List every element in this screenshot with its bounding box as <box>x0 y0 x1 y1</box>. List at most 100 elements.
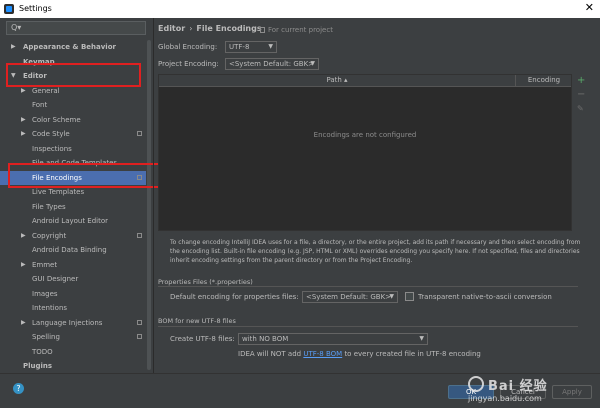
bom-note-text-end: to every created file in UTF-8 encoding <box>344 350 481 358</box>
sidebar-item-label: Spelling <box>32 333 60 341</box>
settings-search-input[interactable]: Q▾ <box>6 21 146 35</box>
sidebar-item-label: File Types <box>32 202 66 211</box>
global-encoding-value: UTF-8 <box>229 43 250 51</box>
properties-section-title: Properties Files (*.properties) <box>158 278 253 286</box>
sidebar-item[interactable]: File Types <box>0 200 146 214</box>
breadcrumb-parent: Editor <box>158 24 186 33</box>
sidebar-item[interactable]: Font <box>0 98 146 112</box>
sidebar-item[interactable]: ▶ Code Style <box>0 127 146 141</box>
native-to-ascii-label: Transparent native-to-ascii conversion <box>418 293 552 301</box>
chevron-down-icon: ▼ <box>310 60 315 67</box>
create-utf8-value: with NO BOM <box>242 335 289 343</box>
settings-tree: ▶ Appearance & Behavior Keymap ▼ Editor ▶ Gene… <box>0 38 152 373</box>
sidebar-item-label: Language Injections <box>32 318 103 327</box>
sidebar-item[interactable]: Spelling <box>0 330 146 344</box>
bom-divider <box>158 326 578 327</box>
utf8-bom-link[interactable]: UTF-8 BOM <box>303 350 342 358</box>
sidebar-item[interactable]: Intentions <box>0 301 146 315</box>
chevron-right-icon[interactable]: ▶ <box>21 258 26 272</box>
global-encoding-select[interactable]: UTF-8 ▼ <box>225 41 277 53</box>
sidebar-item[interactable]: GUI Designer <box>0 272 146 286</box>
bom-section-title: BOM for new UTF-8 files <box>158 317 236 325</box>
breadcrumb-separator: › <box>189 24 193 33</box>
column-header-encoding[interactable]: Encoding <box>515 75 572 86</box>
sidebar-item[interactable]: ▶ Appearance & Behavior <box>0 40 146 54</box>
sidebar-item[interactable]: Android Layout Editor <box>0 214 146 228</box>
sidebar-item[interactable]: ▶ Language Injections <box>0 316 146 330</box>
chevron-down-icon: ▼ <box>419 335 424 342</box>
search-icon: Q▾ <box>11 23 22 32</box>
sidebar-item[interactable]: ▶ Copyright <box>0 229 146 243</box>
chevron-right-icon[interactable]: ▶ <box>21 316 26 330</box>
scope-note: For current project <box>260 26 333 34</box>
sidebar-item-label: Appearance & Behavior <box>23 43 116 51</box>
bom-note-text: IDEA will NOT add <box>238 350 302 358</box>
global-encoding-label: Global Encoding: <box>158 43 218 51</box>
remove-icon[interactable]: − <box>577 90 585 100</box>
chevron-right-icon[interactable]: ▶ <box>21 229 26 243</box>
sidebar-item-label: TODO <box>32 347 53 356</box>
panel-divider <box>153 18 154 373</box>
sidebar-item-label: Images <box>32 289 58 298</box>
edit-icon[interactable]: ✎ <box>577 104 584 114</box>
properties-divider <box>158 286 578 287</box>
scope-note-text: For current project <box>268 26 333 34</box>
sidebar-item[interactable]: Inspections <box>0 142 146 156</box>
sidebar-item[interactable]: Plugins <box>0 359 146 373</box>
app-icon <box>4 4 14 14</box>
sidebar-item-label: Color Scheme <box>32 115 81 124</box>
breadcrumb: Editor › File Encodings <box>158 24 262 33</box>
native-to-ascii-checkbox[interactable] <box>405 292 414 301</box>
properties-encoding-value: <System Default: GBK> <box>306 293 392 301</box>
project-encoding-select[interactable]: <System Default: GBK> ▼ <box>225 58 319 70</box>
bom-note: IDEA will NOT add UTF-8 BOM to every cre… <box>238 350 481 358</box>
project-scope-icon <box>137 131 142 136</box>
sidebar-item-label: Code Style <box>32 130 70 138</box>
highlight-file-encodings-annotation <box>8 163 181 188</box>
sidebar-item[interactable]: TODO <box>0 345 146 359</box>
chevron-down-icon: ▼ <box>268 43 273 50</box>
project-encoding-value: <System Default: GBK> <box>229 60 315 68</box>
sidebar-item-label: Font <box>32 101 48 109</box>
sidebar-item[interactable]: Images <box>0 287 146 301</box>
properties-encoding-select[interactable]: <System Default: GBK> ▼ <box>302 291 398 303</box>
baidu-watermark: Bai 经验 jingyan.baidu.com <box>468 374 596 404</box>
sidebar-item-label: GUI Designer <box>32 275 79 283</box>
sidebar-item-label: Intentions <box>32 304 68 312</box>
help-icon[interactable]: ? <box>13 383 24 394</box>
encoding-description: To change encoding IntelliJ IDEA uses fo… <box>170 239 581 264</box>
empty-state-text: Encodings are not configured <box>313 131 417 139</box>
page-title: File Encodings <box>196 24 262 33</box>
project-scope-icon <box>137 319 142 325</box>
project-scope-icon <box>137 232 142 238</box>
create-utf8-label: Create UTF-8 files: <box>170 335 235 343</box>
sidebar-item-label: Emmet <box>32 260 58 269</box>
sidebar-item-label: Copyright <box>32 231 67 240</box>
baidu-paw-icon <box>468 376 484 392</box>
sidebar-item[interactable]: Android Data Binding <box>0 243 146 257</box>
sidebar-item-label: Inspections <box>32 144 72 153</box>
sidebar-item[interactable]: ▶ Emmet <box>0 258 146 272</box>
watermark-url: jingyan.baidu.com <box>468 394 542 403</box>
window-title: Settings <box>19 4 52 13</box>
close-icon[interactable]: ✕ <box>585 1 594 14</box>
create-utf8-select[interactable]: with NO BOM ▼ <box>238 333 428 345</box>
table-header: Path ▴ Encoding <box>159 75 571 87</box>
chevron-right-icon[interactable]: ▶ <box>11 40 16 54</box>
encoding-table[interactable]: Path ▴ Encoding Encodings are not config… <box>158 74 572 231</box>
sidebar-item-label: Plugins <box>23 362 53 370</box>
chevron-down-icon: ▼ <box>389 293 394 300</box>
properties-encoding-label: Default encoding for properties files: <box>170 293 299 301</box>
sidebar-item[interactable]: ▶ Color Scheme <box>0 113 146 127</box>
column-header-path[interactable]: Path ▴ <box>159 75 515 86</box>
project-encoding-label: Project Encoding: <box>158 60 219 68</box>
highlight-editor-annotation <box>6 63 141 87</box>
watermark-brand: Bai 经验 <box>488 379 548 394</box>
project-icon <box>260 27 265 33</box>
sidebar-item-label: Android Data Binding <box>32 246 107 254</box>
title-bar: Settings ✕ <box>0 0 600 18</box>
chevron-right-icon[interactable]: ▶ <box>21 113 26 127</box>
chevron-right-icon[interactable]: ▶ <box>21 127 26 141</box>
add-icon[interactable]: + <box>577 76 585 86</box>
sidebar-scrollbar[interactable] <box>147 40 151 370</box>
